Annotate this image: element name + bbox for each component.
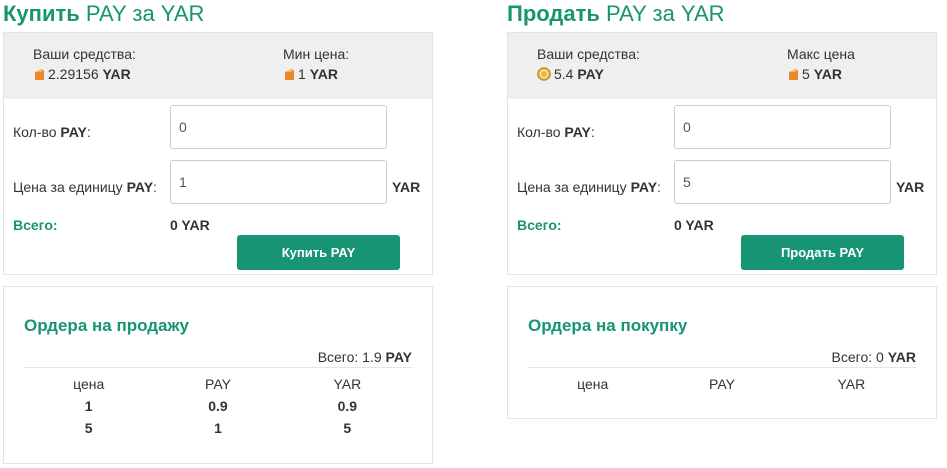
sell-total-label: Всего: — [517, 217, 562, 233]
sell-funds-value: 5.4 PAY — [537, 64, 640, 84]
table-row[interactable]: 1 0.9 0.9 — [24, 395, 412, 417]
pay-coin-icon — [537, 67, 551, 81]
table-header-row: цена PAY YAR — [528, 373, 916, 395]
sell-orders-total-text: Всего: 1.9 — [317, 349, 382, 365]
buy-min-price-label: Мин цена: — [283, 46, 350, 62]
buy-unit-price-unit: YAR — [392, 179, 421, 195]
sell-orders-table: цена PAY YAR 1 0.9 0.9 5 1 5 — [24, 373, 412, 439]
sell-total-value: 0 YAR — [674, 217, 714, 233]
table-header-row: цена PAY YAR — [24, 373, 412, 395]
buy-funds-currency: YAR — [102, 66, 131, 82]
sell-funds-currency: PAY — [577, 66, 604, 82]
sell-unit-price-input[interactable] — [674, 160, 891, 204]
column-header-price: цена — [577, 376, 609, 392]
sell-title: Продать PAY за YAR — [507, 0, 939, 28]
sell-title-pair: PAY за YAR — [606, 1, 725, 26]
order-yar: 0.9 — [337, 398, 358, 414]
column-header-yar: YAR — [837, 376, 866, 392]
buy-info-bar: Ваши средства: 2.29156 YAR Мин цена: 1 Y… — [4, 33, 432, 99]
sell-unit-price-label-text: Цена за единицу — [517, 179, 631, 195]
buy-min-price: Мин цена: 1 YAR — [283, 46, 349, 84]
sell-qty-label-text: Кол-во — [517, 124, 565, 140]
sell-unit-price-unit: YAR — [896, 179, 925, 195]
sell-funds-amount: 5.4 — [554, 66, 574, 82]
buy-unit-price-input[interactable] — [170, 160, 387, 204]
sell-info-bar: Ваши средства: 5.4 PAY Макс цена 5 YAR — [508, 33, 936, 99]
sell-title-verb: Продать — [507, 1, 600, 26]
buy-total-label: Всего: — [13, 217, 58, 233]
sell-qty-label-currency: PAY — [564, 124, 591, 140]
sell-form-panel: Ваши средства: 5.4 PAY Макс цена 5 YAR К… — [507, 32, 937, 275]
buy-title-verb: Купить — [3, 1, 80, 26]
sell-orders-title: Ордера на продажу — [24, 316, 190, 335]
order-price: 1 — [84, 398, 93, 414]
column-header-yar: YAR — [333, 376, 362, 392]
buy-funds-value: 2.29156 YAR — [33, 64, 136, 84]
buy-qty-label-currency: PAY — [60, 124, 87, 140]
sell-max-price: Макс цена 5 YAR — [787, 46, 855, 84]
buy-column: Купить PAY за YAR Ваши средства: 2.29156… — [3, 0, 435, 464]
sell-qty-input[interactable] — [674, 105, 891, 149]
order-pay: 0.9 — [208, 398, 228, 414]
buy-orders-total: Всего: 0 YAR — [832, 349, 916, 365]
sell-max-price-value: 5 YAR — [787, 64, 855, 84]
buy-title-pair: PAY за YAR — [85, 1, 205, 26]
divider — [528, 367, 916, 368]
buy-unit-price-label-text: Цена за единицу — [13, 179, 127, 195]
table-row[interactable]: 5 1 5 — [24, 417, 412, 439]
buy-orders-table: цена PAY YAR — [528, 373, 916, 395]
sell-funds-label: Ваши средства: — [537, 46, 640, 62]
buy-qty-label-text: Кол-во — [13, 124, 61, 140]
buy-min-price-currency: YAR — [309, 66, 338, 82]
sell-max-price-label: Макс цена — [787, 46, 855, 62]
order-price: 5 — [84, 420, 93, 436]
column-header-pay: PAY — [709, 376, 735, 392]
buy-orders-total-text: Всего: 0 — [831, 349, 884, 365]
column-header-pay: PAY — [205, 376, 231, 392]
buy-orders-total-currency: YAR — [887, 349, 916, 365]
sell-orders-total: Всего: 1.9 PAY — [318, 349, 412, 365]
yar-coin-icon — [789, 69, 798, 80]
buy-pay-button[interactable]: Купить PAY — [237, 235, 400, 270]
buy-funds-label: Ваши средства: — [33, 46, 136, 62]
buy-title: Купить PAY за YAR — [3, 0, 435, 28]
buy-qty-label-colon: : — [86, 124, 91, 140]
buy-orders-title: Ордера на покупку — [528, 316, 688, 335]
column-header-price: цена — [73, 376, 105, 392]
sell-funds: Ваши средства: 5.4 PAY — [537, 46, 640, 84]
buy-form-panel: Ваши средства: 2.29156 YAR Мин цена: 1 Y… — [3, 32, 433, 275]
yar-coin-icon — [35, 69, 44, 80]
sell-unit-price-label-currency: PAY — [630, 179, 658, 195]
buy-funds: Ваши средства: 2.29156 YAR — [33, 46, 136, 84]
divider — [24, 367, 412, 368]
sell-max-price-currency: YAR — [813, 66, 842, 82]
order-yar: 5 — [343, 420, 352, 436]
buy-orders-panel: Ордера на покупку Всего: 0 YAR цена PAY … — [507, 286, 937, 419]
buy-total-value: 0 YAR — [170, 217, 210, 233]
sell-qty-label-colon: : — [590, 124, 595, 140]
sell-orders-panel: Ордера на продажу Всего: 1.9 PAY цена PA… — [3, 286, 433, 464]
sell-orders-total-currency: PAY — [385, 349, 412, 365]
sell-qty-label: Кол-во PAY: — [517, 124, 595, 140]
order-pay: 1 — [214, 420, 222, 436]
buy-min-price-value: 1 YAR — [283, 64, 349, 84]
buy-qty-input[interactable] — [170, 105, 387, 149]
buy-unit-price-label-currency: PAY — [126, 179, 154, 195]
buy-funds-amount: 2.29156 — [48, 66, 99, 82]
buy-qty-label: Кол-во PAY: — [13, 124, 91, 140]
sell-column: Продать PAY за YAR Ваши средства: 5.4 PA… — [507, 0, 939, 419]
yar-coin-icon — [285, 69, 294, 80]
buy-unit-price-label-colon: : — [153, 179, 157, 195]
sell-max-price-amount: 5 — [802, 66, 810, 82]
buy-min-price-amount: 1 — [298, 66, 306, 82]
buy-unit-price-label: Цена за единицу PAY: — [13, 179, 157, 195]
sell-pay-button[interactable]: Продать PAY — [741, 235, 904, 270]
sell-unit-price-label: Цена за единицу PAY: — [517, 179, 661, 195]
sell-unit-price-label-colon: : — [657, 179, 661, 195]
